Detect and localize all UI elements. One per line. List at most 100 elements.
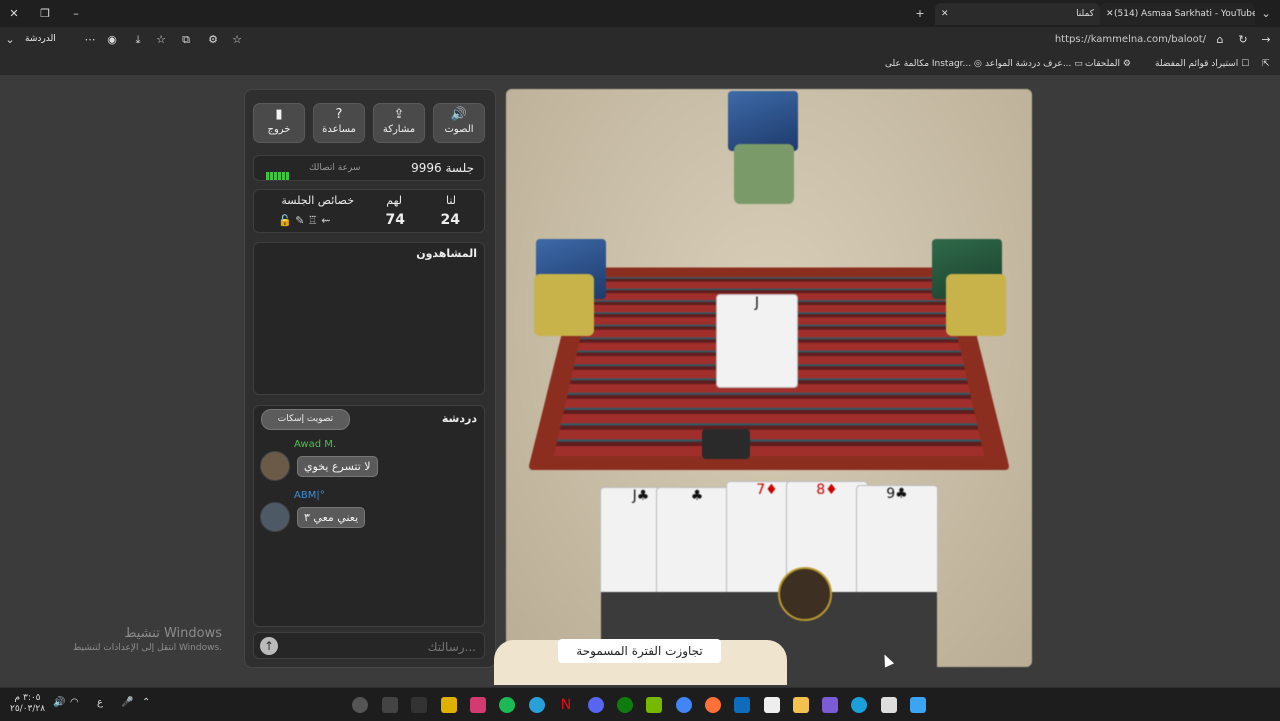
session-number: جلسة 9996 — [411, 161, 474, 175]
more-icon[interactable]: ⋯ — [82, 32, 98, 48]
arrows-icon: ⇜ — [321, 214, 331, 227]
mute-vote-button[interactable]: تصويت إسكات — [261, 409, 350, 430]
opponent-top-avatar — [734, 144, 794, 204]
extensions-icon[interactable]: ⧉ — [178, 32, 194, 48]
file-explorer-icon[interactable] — [793, 697, 809, 713]
windows-start-icon[interactable] — [910, 697, 926, 713]
bookmark-import[interactable]: استيراد قوائم المفضلة ☐ — [1155, 56, 1249, 72]
outlook-icon[interactable] — [734, 697, 750, 713]
feather-icon: ✎ — [295, 214, 305, 227]
hand-card[interactable]: 9♣ — [856, 485, 938, 599]
bookmark-instagram[interactable]: مكالمة على Instagr... ◎ — [885, 56, 982, 72]
tab-kammelna[interactable]: ✕ كملنا — [935, 3, 1100, 25]
chat-title: دردشة — [441, 412, 477, 425]
share-icon: ⇪ — [393, 107, 405, 122]
copilot-icon[interactable] — [822, 697, 838, 713]
minimize-window-icon[interactable]: – — [68, 6, 84, 22]
chat-message-input[interactable] — [284, 637, 478, 657]
timeout-message: تجاوزت الفترة المسموحة — [558, 639, 721, 663]
xbox-icon[interactable] — [617, 697, 633, 713]
wifi-icon[interactable]: ◠ — [70, 697, 79, 708]
lock-icon: 🔓 — [278, 214, 292, 227]
close-tab-icon[interactable]: ✕ — [1106, 9, 1114, 19]
played-card: J — [716, 294, 798, 388]
restore-window-icon[interactable]: ❐ — [37, 6, 53, 22]
app-icon[interactable] — [352, 697, 368, 713]
app-icon[interactable] — [441, 697, 457, 713]
back-arrow-icon[interactable]: → — [1258, 32, 1274, 48]
game-table: J J♣ ♣ 7♦ 8♦ 9♣ — [506, 89, 1032, 667]
opponent-right-avatar — [946, 274, 1006, 336]
store-icon[interactable] — [764, 697, 780, 713]
chevron-up-icon[interactable]: ⌃ — [142, 697, 150, 708]
send-arrow-icon[interactable]: ↑ — [260, 637, 278, 655]
address-bar[interactable]: https://kammelna.com/baloot/ — [250, 30, 1220, 50]
opponent-top-cards — [728, 91, 798, 151]
settings-icon[interactable]: ⚙ — [205, 32, 221, 48]
firefox-icon[interactable] — [705, 697, 721, 713]
session-props-label: خصائص الجلسة — [281, 194, 354, 207]
favorites-icon[interactable]: ☆ — [153, 32, 169, 48]
score-us-label: لنا — [445, 194, 456, 207]
browser-titlebar: ✕ ❐ – + ✕ كملنا ✕ (514) Asmaa Sarkhati -… — [0, 0, 1280, 27]
chat-shortcut[interactable]: الدردشة — [25, 34, 56, 44]
windows-taskbar: ٣:٠٥ م ٢٥/٠٣/٢٨ 🔊 ◠ ع 🎤 ⌃ N — [0, 687, 1280, 721]
opponent-left-avatar — [534, 274, 594, 336]
score-box: لنا لهم خصائص الجلسة 24 74 🔓 ✎ ♖ ⇜ — [253, 189, 485, 233]
avatar — [260, 451, 290, 481]
profile-icon[interactable]: ◉ — [104, 32, 120, 48]
game-side-panel: 🔊 الصوت ⇪ مشاركة ? مساعدة ▮ خروج سرعة ات… — [244, 89, 496, 668]
new-tab-icon[interactable]: + — [912, 6, 928, 22]
bookmark-extensions[interactable]: الملحقات ⚙ — [1085, 56, 1131, 72]
address-url: https://kammelna.com/baloot/ — [1054, 34, 1206, 45]
netflix-icon[interactable]: N — [558, 697, 574, 713]
app-icon[interactable] — [382, 697, 398, 713]
speaker-icon: 🔊 — [450, 107, 468, 122]
volume-icon[interactable]: 🔊 — [53, 697, 65, 708]
task-view-icon[interactable] — [881, 697, 897, 713]
tab-label: (514) Asmaa Sarkhati - YouTube — [1114, 9, 1255, 19]
nvidia-icon[interactable] — [646, 697, 662, 713]
telegram-icon[interactable] — [529, 697, 545, 713]
share-button[interactable]: ⇪ مشاركة — [373, 103, 425, 143]
sound-button[interactable]: 🔊 الصوت — [433, 103, 485, 143]
score-them-label: لهم — [386, 194, 402, 207]
input-language-icon[interactable]: ع — [97, 697, 103, 708]
download-icon[interactable]: ⤓ — [130, 32, 146, 48]
windows-activation-hint: انتقل إلى الإعدادات لتنشيط Windows. — [73, 643, 222, 653]
bookmarks-bar: ⇱ استيراد قوائم المفضلة ☐ الملحقات ⚙ عرف… — [0, 53, 1280, 76]
windows-activation-title: تنشيط Windows — [124, 626, 222, 641]
star-icon[interactable]: ☆ — [229, 32, 245, 48]
chat-message: لا تتسرع يخوي — [297, 456, 378, 477]
exit-icon: ▮ — [275, 107, 283, 122]
chrome-icon[interactable] — [676, 697, 692, 713]
chevron-down-icon[interactable]: ⌄ — [2, 32, 18, 48]
browser-toolbar: ⌄ الدردشة ⋯ ◉ ⤓ ☆ ⧉ ⚙ ☆ https://kammelna… — [0, 27, 1280, 53]
close-tab-icon[interactable]: ✕ — [941, 9, 949, 19]
score-them: 74 — [385, 212, 405, 228]
connection-speed-bars — [266, 165, 290, 184]
edge-icon[interactable] — [851, 697, 867, 713]
app-icon[interactable] — [470, 697, 486, 713]
player-avatar — [778, 567, 832, 621]
tab-youtube[interactable]: ✕ (514) Asmaa Sarkhati - YouTube — [1100, 3, 1255, 25]
help-button[interactable]: ? مساعدة — [313, 103, 365, 143]
center-chip — [702, 429, 750, 459]
avatar — [260, 502, 290, 532]
spotify-icon[interactable] — [499, 697, 515, 713]
bookmark-chat[interactable]: عرف دردشة المواعد... ▭ — [985, 56, 1083, 72]
session-props-icons: 🔓 ✎ ♖ ⇜ — [278, 214, 331, 227]
microphone-icon[interactable]: 🎤 — [121, 697, 133, 708]
bookmark-import-icon[interactable]: ⇱ — [1262, 56, 1270, 72]
home-icon[interactable]: ⌂ — [1212, 32, 1228, 48]
close-window-icon[interactable]: ✕ — [6, 6, 22, 22]
chat-sender-name: ABM|° — [294, 490, 325, 501]
score-us: 24 — [440, 212, 460, 228]
trophy-icon: ♖ — [307, 214, 318, 227]
discord-icon[interactable] — [588, 697, 604, 713]
tab-list-chevron-icon[interactable]: ⌄ — [1258, 6, 1274, 22]
app-icon[interactable] — [411, 697, 427, 713]
exit-button[interactable]: ▮ خروج — [253, 103, 305, 143]
refresh-icon[interactable]: ↻ — [1235, 32, 1251, 48]
clock-time: ٣:٠٥ م — [14, 693, 41, 703]
